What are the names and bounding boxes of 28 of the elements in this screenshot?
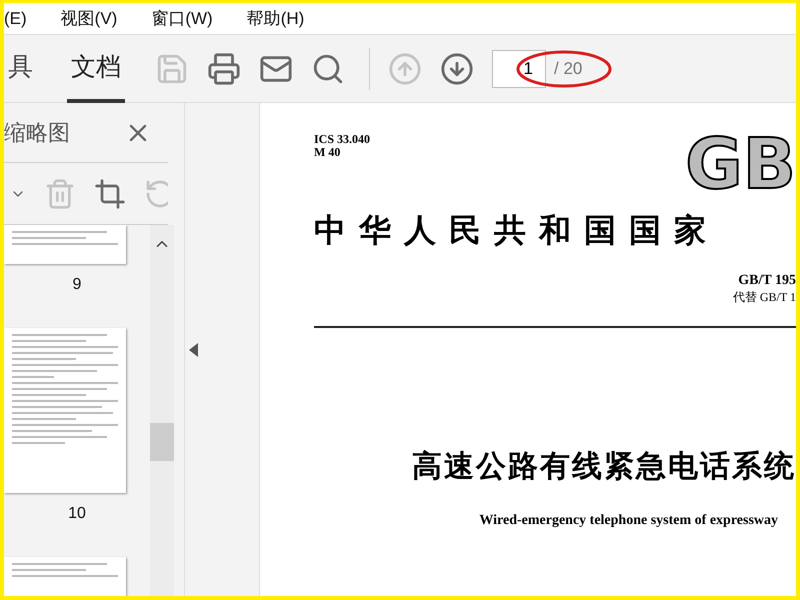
replaces-text: 代替 GB/T 1 <box>732 289 796 306</box>
document-title: 高速公路有线紧急电话系统 <box>412 448 796 485</box>
document-code: ICS 33.040 <box>314 133 372 146</box>
page-number: 9 <box>72 276 82 294</box>
arrow-down-icon[interactable] <box>440 52 474 86</box>
logo: GB <box>685 129 796 199</box>
standard-number: GB/T 195 <box>738 273 796 289</box>
page-thumbnail[interactable] <box>4 328 126 493</box>
collapse-triangle-icon[interactable] <box>189 342 198 356</box>
menu-item[interactable]: 视图(V) <box>60 7 118 30</box>
tab[interactable]: 具 <box>4 34 37 102</box>
menu-item[interactable]: (E) <box>4 8 27 28</box>
panel-title: 缩略图 <box>4 118 70 146</box>
page-thumbnail[interactable] <box>4 225 126 264</box>
menu-item[interactable]: 帮助(H) <box>246 7 304 30</box>
document-heading: 中华人民共和国国家 <box>314 211 720 250</box>
document-code: M 40 <box>314 146 342 159</box>
tab[interactable]: 文档 <box>67 34 125 102</box>
printer-icon[interactable] <box>207 52 241 86</box>
scrollbar[interactable] <box>150 225 174 596</box>
page-count: / 20 <box>554 58 582 78</box>
page-thumbnail[interactable] <box>4 556 126 596</box>
scroll-thumb[interactable] <box>150 423 174 461</box>
crop-icon[interactable] <box>94 178 126 210</box>
menu-item[interactable]: 窗口(W) <box>151 7 213 30</box>
page-number-field[interactable]: 1 <box>492 50 546 88</box>
page-number: 10 <box>68 504 86 523</box>
document-subtitle: Wired-emergency telephone system of expressway <box>479 513 778 529</box>
